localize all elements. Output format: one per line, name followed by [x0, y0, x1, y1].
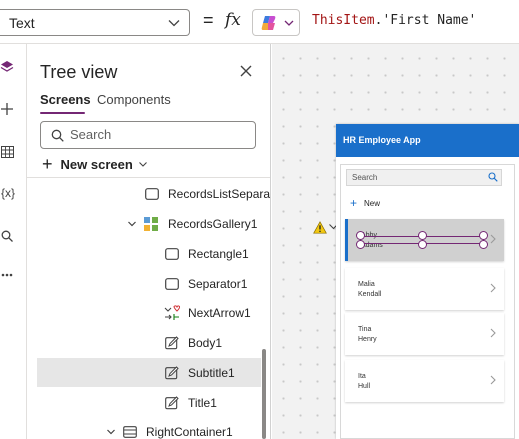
app-search-box[interactable]: Search: [346, 169, 502, 186]
tree-item-label: Title1: [188, 395, 217, 410]
app-search-placeholder: Search: [352, 173, 378, 182]
search-icon: [51, 129, 64, 142]
tree-item-recordsgallery[interactable]: RecordsGallery1: [37, 209, 261, 238]
gallery-item[interactable]: Abby Adams: [345, 219, 504, 261]
copilot-icon: [261, 16, 276, 30]
chevron-right-icon[interactable]: [490, 234, 496, 244]
panel-title: Tree view: [40, 62, 118, 82]
employee-first-name: Tina: [358, 326, 372, 333]
divider: [27, 177, 270, 178]
new-screen-button[interactable]: + New screen: [42, 154, 147, 174]
resize-handle[interactable]: [479, 240, 488, 249]
tree-item-separator[interactable]: Separator1: [37, 269, 261, 298]
property-value: Text: [9, 15, 35, 31]
resize-handle[interactable]: [356, 231, 365, 240]
resize-handle[interactable]: [479, 231, 488, 240]
chevron-right-icon[interactable]: [490, 375, 496, 385]
chevron-down-icon[interactable]: [127, 219, 137, 229]
new-screen-label: New screen: [60, 156, 133, 172]
add-icon: +: [42, 153, 53, 174]
container-icon: [122, 424, 138, 439]
app-header[interactable]: HR Employee App: [336, 124, 519, 157]
tree-item-label: Body1: [188, 335, 223, 350]
app-new-button[interactable]: + New: [350, 196, 380, 210]
tree-item-label: RecordsListSeparato: [168, 186, 271, 201]
tree-item-label: RightContainer1: [146, 424, 233, 439]
tree-item-label: Subtitle1: [188, 365, 235, 380]
gallery-item[interactable]: Malia Kendall: [345, 268, 504, 310]
chevron-right-icon[interactable]: [490, 283, 496, 293]
edit-label-icon: [164, 335, 180, 351]
edit-label-icon: [164, 395, 180, 411]
tab-components[interactable]: Components: [97, 92, 171, 107]
layers-icon[interactable]: [0, 58, 14, 76]
warning-icon[interactable]: [313, 221, 327, 234]
tree-item-title[interactable]: Title1: [37, 388, 261, 417]
resize-handle[interactable]: [356, 240, 365, 249]
tree-item-label: NextArrow1: [188, 305, 251, 320]
employee-last-name: Kendall: [358, 291, 382, 298]
close-icon[interactable]: [239, 64, 253, 78]
active-tab-indicator: [40, 112, 85, 114]
rectangle-icon: [164, 246, 180, 262]
formula-editor[interactable]: ThisItem.'First Name': [312, 13, 476, 28]
chevron-right-icon[interactable]: [490, 328, 496, 338]
equals-sign: =: [203, 10, 214, 30]
table-icon[interactable]: [0, 143, 14, 161]
formula-bar: Text = fx ThisItem.'First Name': [0, 0, 519, 44]
fx-icon: fx: [225, 10, 241, 30]
app-screen-preview[interactable]: HR Employee App Search + New Abby Adams …: [336, 124, 519, 439]
employee-last-name: Hull: [358, 383, 371, 390]
icon-control-icon: [164, 304, 180, 321]
tree-item-nextarrow[interactable]: NextArrow1: [37, 298, 261, 327]
chevron-down-icon: [168, 20, 180, 27]
employee-first-name: Ita: [358, 373, 366, 380]
add-icon[interactable]: [0, 100, 14, 118]
add-icon: +: [350, 196, 358, 210]
search-icon: [488, 172, 498, 182]
tree-search-input[interactable]: [70, 127, 250, 142]
formula-keyword: ThisItem: [312, 13, 375, 28]
variables-icon[interactable]: {x}: [0, 184, 16, 202]
copilot-button[interactable]: [252, 9, 300, 36]
chevron-down-icon[interactable]: [106, 427, 116, 437]
rectangle-icon: [144, 186, 160, 202]
search-icon[interactable]: [0, 227, 14, 245]
tab-screens[interactable]: Screens: [40, 92, 91, 107]
tree-item-label: Rectangle1: [188, 246, 249, 261]
chevron-down-icon: [138, 161, 147, 167]
tree-search-box[interactable]: [40, 121, 256, 149]
tree-item-body[interactable]: Body1: [37, 328, 261, 357]
app-new-label: New: [364, 198, 381, 208]
tree-item-recordslistseparator[interactable]: RecordsListSeparato: [37, 179, 270, 208]
tree-scrollbar[interactable]: [262, 349, 266, 439]
formula-field: .'First Name': [374, 13, 477, 28]
resize-handle[interactable]: [418, 231, 427, 240]
edit-label-icon: [164, 365, 180, 381]
gallery-item[interactable]: Ita Hull: [345, 360, 504, 402]
gallery-icon: [143, 216, 159, 232]
tree-item-rectangle[interactable]: Rectangle1: [37, 239, 261, 268]
chevron-down-icon: [284, 20, 294, 26]
left-rail: {x}: [0, 44, 27, 439]
more-icon[interactable]: [0, 266, 14, 284]
app-left-container[interactable]: Search + New Abby Adams Malia Kendall Ti…: [340, 164, 515, 439]
property-dropdown[interactable]: Text: [0, 9, 190, 36]
resize-handle[interactable]: [418, 240, 427, 249]
tree-item-label: Separator1: [188, 276, 248, 291]
tree-item-subtitle[interactable]: Subtitle1: [37, 358, 261, 387]
rectangle-icon: [164, 276, 180, 292]
app-title: HR Employee App: [343, 135, 421, 145]
tree-item-rightcontainer[interactable]: RightContainer1: [37, 417, 261, 439]
employee-last-name: Henry: [358, 336, 377, 343]
gallery-item[interactable]: Tina Henry: [345, 313, 504, 355]
tree-item-label: RecordsGallery1: [168, 216, 258, 231]
tree-view-panel: Tree view Screens Components + New scree…: [27, 44, 271, 439]
employee-first-name: Malia: [358, 281, 375, 288]
